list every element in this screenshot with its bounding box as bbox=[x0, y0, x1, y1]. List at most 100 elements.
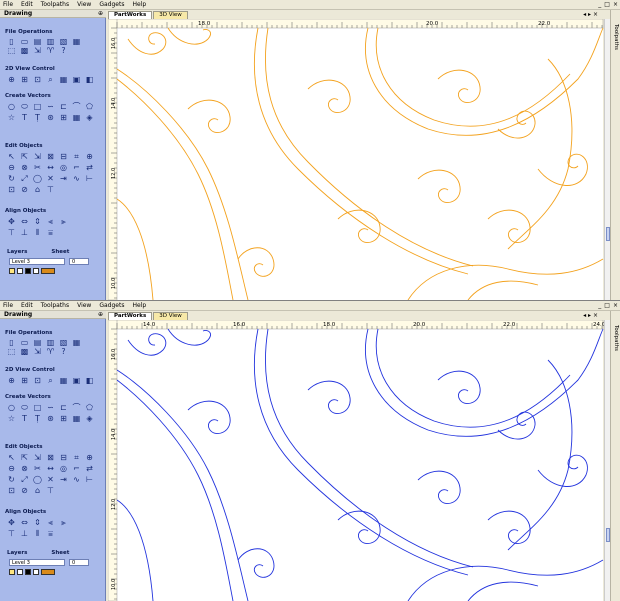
node-icon[interactable]: ◈ bbox=[84, 113, 95, 122]
menu-file[interactable]: File bbox=[3, 1, 13, 8]
menu-toolpaths[interactable]: Toolpaths bbox=[41, 302, 69, 309]
zoom-fit-icon[interactable]: ⊕ bbox=[6, 376, 17, 385]
group-icon[interactable]: ⊠ bbox=[45, 152, 56, 161]
align-v-icon[interactable]: ⇕ bbox=[32, 217, 43, 226]
check-icon[interactable] bbox=[17, 569, 23, 575]
polyline-icon[interactable]: ∽ bbox=[45, 403, 56, 412]
drawing-canvas[interactable]: 18.0 20.0 22.0 16.0 14.0 12.0 10.0 bbox=[108, 19, 610, 300]
zoom-fit-icon[interactable]: ⊕ bbox=[6, 75, 17, 84]
import-icon[interactable]: ▥ bbox=[45, 338, 56, 347]
bitmap-icon[interactable]: ⊛ bbox=[45, 414, 56, 423]
export-icon[interactable]: ▧ bbox=[58, 338, 69, 347]
tab-nav-icons[interactable]: ◂ ▸ × bbox=[583, 312, 598, 319]
zoom-in-icon[interactable]: ⊞ bbox=[19, 75, 30, 84]
star-icon[interactable]: ☆ bbox=[6, 113, 17, 122]
new-icon[interactable]: ▯ bbox=[6, 338, 17, 347]
save-icon[interactable]: ▤ bbox=[32, 37, 43, 46]
extend-icon[interactable]: ↔ bbox=[45, 163, 56, 172]
fit-icon[interactable]: ⇥ bbox=[58, 475, 69, 484]
scale-icon[interactable]: ⤢ bbox=[19, 174, 30, 183]
align-h-icon[interactable]: ⇔ bbox=[19, 518, 30, 527]
grid-icon[interactable]: ▦ bbox=[58, 75, 69, 84]
new-icon[interactable]: ▯ bbox=[6, 37, 17, 46]
gadget-icon[interactable]: ♈ bbox=[45, 46, 56, 55]
menu-toolpaths[interactable]: Toolpaths bbox=[41, 1, 69, 8]
align-icon[interactable]: ⊤ bbox=[45, 486, 56, 495]
minimize-icon[interactable]: _ bbox=[598, 302, 601, 309]
color-icon[interactable]: ◧ bbox=[84, 376, 95, 385]
hide-icon[interactable]: ⊘ bbox=[19, 486, 30, 495]
help-icon[interactable]: ? bbox=[58, 46, 69, 55]
group-icon[interactable]: ⊠ bbox=[45, 453, 56, 462]
spline-icon[interactable]: ∿ bbox=[71, 475, 82, 484]
arc-icon[interactable]: ⌒ bbox=[71, 102, 82, 111]
offset-icon[interactable]: ◎ bbox=[58, 464, 69, 473]
color-icon[interactable]: ◧ bbox=[84, 75, 95, 84]
move-icon[interactable]: ⇲ bbox=[32, 46, 43, 55]
layer-dropdown[interactable]: Level 3 bbox=[9, 258, 65, 265]
curve-icon[interactable]: ⊏ bbox=[58, 403, 69, 412]
bitmap-icon[interactable]: ⊛ bbox=[45, 113, 56, 122]
move-icon[interactable]: ⇲ bbox=[32, 347, 43, 356]
snap-icon[interactable]: ▣ bbox=[71, 376, 82, 385]
align-bottom-icon[interactable]: ⊥ bbox=[19, 529, 30, 538]
align-icon[interactable]: ⊤ bbox=[45, 185, 56, 194]
toolpaths-tab[interactable]: Toolpaths bbox=[613, 24, 619, 50]
weld-icon[interactable]: ⊕ bbox=[84, 453, 95, 462]
scrollbar-thumb[interactable] bbox=[606, 227, 610, 241]
align-bottom-icon[interactable]: ⊥ bbox=[19, 228, 30, 237]
fillet-icon[interactable]: ⌐ bbox=[71, 163, 82, 172]
grid-icon[interactable]: ▦ bbox=[58, 376, 69, 385]
polyline-icon[interactable]: ∽ bbox=[45, 102, 56, 111]
circle-icon[interactable]: ○ bbox=[6, 403, 17, 412]
menu-help[interactable]: Help bbox=[132, 1, 146, 8]
layer-icon[interactable]: ⊡ bbox=[6, 185, 17, 194]
rectangle-icon[interactable]: □ bbox=[32, 102, 43, 111]
menu-view[interactable]: View bbox=[77, 302, 91, 309]
intersect-icon[interactable]: ⊗ bbox=[19, 464, 30, 473]
text-on-curve-icon[interactable]: Ṭ bbox=[32, 113, 43, 122]
tab-3d-view[interactable]: 3D View bbox=[153, 312, 188, 320]
array-icon[interactable]: ⊞ bbox=[58, 414, 69, 423]
mirror-icon[interactable]: ⇄ bbox=[84, 464, 95, 473]
vertical-scrollbar[interactable] bbox=[604, 19, 610, 300]
menu-help[interactable]: Help bbox=[132, 302, 146, 309]
align-right-icon[interactable]: ⫸ bbox=[58, 217, 69, 226]
measure-icon[interactable]: ⊢ bbox=[84, 174, 95, 183]
space-v-icon[interactable]: ⩸ bbox=[45, 529, 56, 538]
align-right-icon[interactable]: ⫸ bbox=[58, 518, 69, 527]
lock-icon[interactable]: ⌂ bbox=[32, 486, 43, 495]
arc-icon[interactable]: ⌒ bbox=[71, 403, 82, 412]
open-icon[interactable]: ▭ bbox=[19, 37, 30, 46]
vertical-scrollbar[interactable] bbox=[604, 320, 610, 601]
text-icon[interactable]: T bbox=[19, 414, 30, 423]
scale-icon[interactable]: ⤢ bbox=[19, 475, 30, 484]
swatch-icon[interactable] bbox=[25, 569, 31, 575]
trim-icon[interactable]: ✂ bbox=[32, 464, 43, 473]
close-icon[interactable]: ◯ bbox=[32, 475, 43, 484]
align-center-icon[interactable]: ✥ bbox=[6, 518, 17, 527]
align-left-icon[interactable]: ⫷ bbox=[45, 217, 56, 226]
smooth-icon[interactable]: ⇱ bbox=[19, 453, 30, 462]
cut-icon[interactable]: ✕ bbox=[45, 475, 56, 484]
pin-icon[interactable]: ⊕ bbox=[98, 311, 103, 318]
ellipse-icon[interactable]: ⬭ bbox=[19, 403, 30, 412]
sheet-dropdown[interactable]: 0 bbox=[69, 559, 89, 566]
pan-icon[interactable]: ⌕ bbox=[45, 376, 56, 385]
space-v-icon[interactable]: ⩸ bbox=[45, 228, 56, 237]
export-icon[interactable]: ▧ bbox=[58, 37, 69, 46]
table-icon[interactable]: ▦ bbox=[71, 414, 82, 423]
table-icon[interactable]: ▦ bbox=[71, 113, 82, 122]
tab-nav-icons[interactable]: ◂ ▸ × bbox=[583, 11, 598, 18]
ellipse-icon[interactable]: ⬭ bbox=[19, 102, 30, 111]
join-icon[interactable]: ⌗ bbox=[71, 453, 82, 462]
node-edit-icon[interactable]: ↖ bbox=[6, 453, 17, 462]
template-icon[interactable]: ▦ bbox=[71, 338, 82, 347]
array-icon[interactable]: ⊞ bbox=[58, 113, 69, 122]
ungroup-icon[interactable]: ⊟ bbox=[58, 152, 69, 161]
node-icon[interactable]: ◈ bbox=[84, 414, 95, 423]
layer-dropdown[interactable]: Level 3 bbox=[9, 559, 65, 566]
extend-icon[interactable]: ↔ bbox=[45, 464, 56, 473]
space-h-icon[interactable]: ⫴ bbox=[32, 529, 43, 538]
join-icon[interactable]: ⌗ bbox=[71, 152, 82, 161]
